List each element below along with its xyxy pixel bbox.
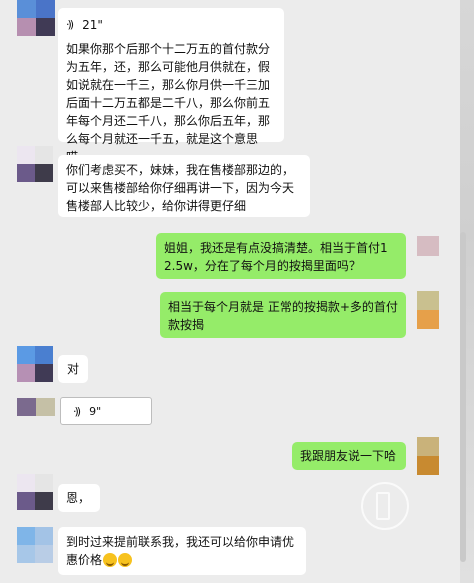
message-bubble[interactable]: 到时过来提前联系我，我还可以给你申请优惠价格 xyxy=(58,527,306,575)
message-text: 相当于每个月就是 正常的按揭款+多的首付款按揭 xyxy=(168,300,398,332)
contact-avatar[interactable] xyxy=(17,474,53,510)
contact-avatar[interactable] xyxy=(17,398,55,416)
sent-message-bubble[interactable]: 姐姐，我还是有点没搞清楚。相当于首付12.5w，分在了每个月的按揭里面吗？ xyxy=(156,233,406,279)
contact-avatar[interactable] xyxy=(17,346,53,382)
contact-avatar[interactable] xyxy=(17,527,53,563)
message-text: 恩， xyxy=(66,491,91,505)
watermark-logo xyxy=(361,482,409,530)
voice-duration: 9" xyxy=(89,404,102,418)
message-text: 我跟朋友说一下哈 xyxy=(300,449,397,463)
voice-transcript-bubble[interactable]: ·)) 21" 如果你那个后那个十二万五的首付款分为五年，还，那么可能他月供就在… xyxy=(58,8,284,164)
embarrassed-smile-emoji xyxy=(103,553,118,567)
message-text: 对 xyxy=(66,362,79,376)
message-text: 你们考虑买不，妹妹，我在售楼部那边的，可以来售楼部给你仔细再讲一下，因为今天售楼… xyxy=(66,163,295,213)
contact-avatar[interactable] xyxy=(17,146,53,182)
message-text: 到时过来提前联系我，我还可以给你申请优惠价格 xyxy=(66,535,295,567)
voice-duration: 21" xyxy=(82,18,103,32)
sent-message-bubble[interactable]: 我跟朋友说一下哈 xyxy=(292,442,406,470)
message-bubble[interactable]: 你们考虑买不，妹妹，我在售楼部那边的，可以来售楼部给你仔细再讲一下，因为今天售楼… xyxy=(58,155,310,217)
voice-message[interactable]: ·)) 9" xyxy=(60,397,152,425)
user-avatar[interactable] xyxy=(417,236,439,256)
contact-avatar[interactable] xyxy=(17,0,55,36)
user-avatar[interactable] xyxy=(417,291,439,329)
voice-wave-icon: ·)) xyxy=(73,404,81,418)
message-bubble[interactable]: 恩， xyxy=(58,484,100,512)
voice-wave-icon: ·)) xyxy=(66,18,74,31)
message-bubble[interactable]: 对 xyxy=(58,355,88,383)
sent-message-bubble[interactable]: 相当于每个月就是 正常的按揭款+多的首付款按揭 xyxy=(160,292,406,338)
chat-window: ·)) 21" 如果你那个后那个十二万五的首付款分为五年，还，那么可能他月供就在… xyxy=(0,0,474,583)
scrollbar-thumb[interactable] xyxy=(460,232,466,562)
voice-row: ·)) 21" xyxy=(66,14,276,36)
user-avatar[interactable] xyxy=(417,437,439,475)
message-text: 姐姐，我还是有点没搞清楚。相当于首付12.5w，分在了每个月的按揭里面吗？ xyxy=(164,241,388,273)
embarrassed-smile-emoji xyxy=(118,553,133,567)
voice-transcript-text: 如果你那个后那个十二万五的首付款分为五年，还，那么可能他月供就在，假如说就在一千… xyxy=(66,42,271,164)
